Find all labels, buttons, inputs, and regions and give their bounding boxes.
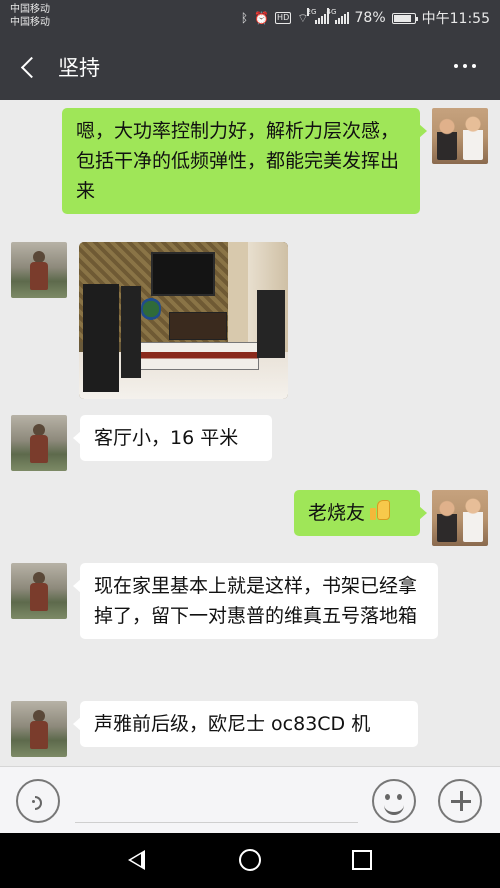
chat-header: 坚持 — [0, 34, 500, 100]
message-bubble-incoming[interactable]: 现在家里基本上就是这样，书架已经拿掉了，留下一对惠普的维真五号落地箱 — [73, 563, 438, 639]
emoji-icon[interactable] — [372, 779, 416, 823]
network-type-sim2: 4G — [326, 8, 337, 16]
message-text: 声雅前后级，欧尼士 oc83CD 机 — [94, 713, 371, 735]
network-type-sim1: 2G — [306, 8, 317, 16]
photo-speaker-right — [257, 290, 285, 358]
chat-title: 坚持 — [58, 56, 100, 80]
nav-recents-icon[interactable] — [352, 850, 372, 870]
status-bar: 中国移动 中国移动 ᛒ ⏰ HD ⌔ 2G 4G 78% 中午11:55 — [0, 0, 500, 34]
signal-icon-sim2: 4G — [326, 8, 349, 24]
message-text: 嗯，大功率控制力好，解析力层次感，包括干净的低频弹性，都能完美发挥出来 — [76, 120, 400, 202]
message-image[interactable] — [79, 242, 288, 399]
avatar-self[interactable] — [432, 490, 488, 546]
photo-speaker-left — [83, 284, 119, 392]
bluetooth-icon: ᛒ — [240, 11, 249, 25]
carrier-info: 中国移动 中国移动 — [10, 3, 50, 29]
hd-voice-icon: HD — [275, 12, 292, 24]
back-arrow-icon[interactable] — [14, 50, 44, 84]
message-text: 客厅小，16 平米 — [94, 427, 239, 449]
avatar-contact[interactable] — [11, 563, 67, 619]
message-bubble-outgoing[interactable]: 嗯，大功率控制力好，解析力层次感，包括干净的低频弹性，都能完美发挥出来 — [62, 108, 427, 214]
message-text: 现在家里基本上就是这样，书架已经拿掉了，留下一对惠普的维真五号落地箱 — [94, 575, 418, 627]
photo-amplifier — [169, 312, 227, 340]
carrier-2: 中国移动 — [10, 17, 50, 28]
message-input-bar — [0, 766, 500, 833]
more-options-icon[interactable] — [454, 64, 476, 68]
alarm-icon: ⏰ — [254, 11, 270, 25]
avatar-contact[interactable] — [11, 242, 67, 298]
battery-percent: 78% — [354, 10, 386, 26]
system-nav-bar — [0, 833, 500, 888]
message-bubble-incoming[interactable]: 声雅前后级，欧尼士 oc83CD 机 — [73, 701, 418, 747]
message-bubble-incoming[interactable]: 客厅小，16 平米 — [73, 415, 272, 461]
voice-input-icon[interactable] — [16, 779, 60, 823]
battery-icon — [391, 12, 418, 24]
message-bubble-outgoing[interactable]: 老烧友 — [294, 490, 427, 536]
avatar-contact[interactable] — [11, 701, 67, 757]
clock: 中午11:55 — [421, 11, 490, 27]
avatar-contact[interactable] — [11, 415, 67, 471]
message-text: 老烧友 — [308, 502, 366, 524]
status-icons: ᛒ ⏰ HD ⌔ 2G 4G 78% 中午11:55 — [241, 8, 490, 28]
thumbs-up-icon — [368, 498, 392, 522]
avatar-self[interactable] — [432, 108, 488, 164]
nav-home-icon[interactable] — [239, 849, 261, 871]
message-input[interactable] — [75, 777, 358, 823]
photo-tv — [151, 252, 215, 296]
plus-icon[interactable] — [438, 779, 482, 823]
carrier-1: 中国移动 — [10, 4, 50, 15]
photo-tv-cabinet — [139, 342, 259, 370]
nav-back-icon[interactable] — [128, 850, 145, 870]
